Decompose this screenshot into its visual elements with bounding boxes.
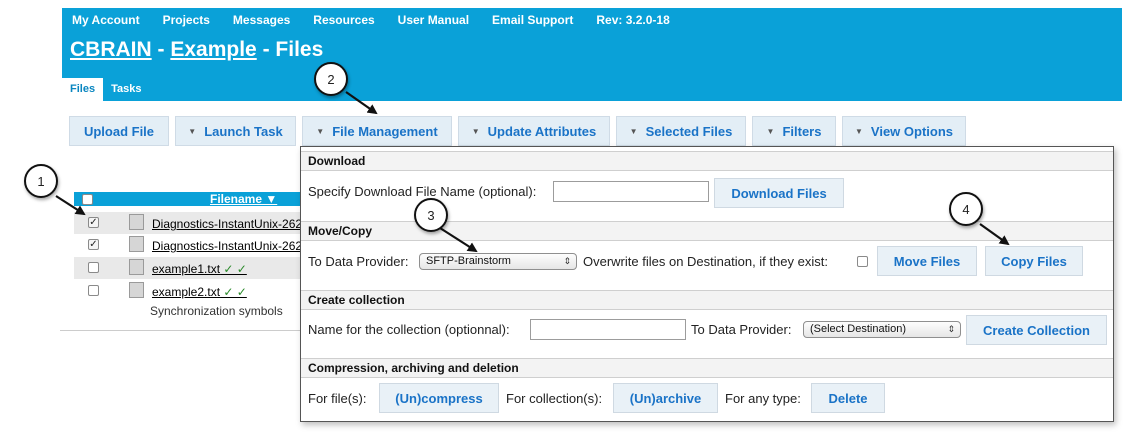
collection-name-input[interactable] [530,319,686,340]
files-label: For file(s): [308,391,367,406]
update-attributes-button[interactable]: ▼ Update Attributes [458,116,610,146]
title-separator: - [256,38,276,61]
file-management-button[interactable]: ▼ File Management [302,116,452,146]
row-checkbox[interactable] [88,262,99,273]
top-nav: My Account Projects Messages Resources U… [72,12,670,28]
dropdown-triangle-icon: ▼ [188,126,197,136]
file-name-link[interactable]: Diagnostics-InstantUnix-262 [152,217,302,231]
collection-provider-select[interactable]: (Select Destination) ⇕ [803,321,961,338]
filename-column-header[interactable]: Filename ▼ [210,192,277,206]
app-link[interactable]: CBRAIN [70,38,152,61]
compression-section-title: Compression, archiving and deletion [301,358,1113,378]
upload-file-button[interactable]: Upload File [69,116,169,146]
tab-tasks[interactable]: Tasks [103,78,149,101]
update-attributes-label: Update Attributes [487,123,597,139]
row-checkbox[interactable]: ✓ [88,217,99,228]
uncompress-button[interactable]: (Un)compress [379,383,499,413]
filters-label: Filters [782,123,822,139]
table-row: example1.txt ✓ ✓ [74,257,308,279]
select-arrows-icon: ⇕ [947,324,955,334]
sync-status-icon: ✓ ✓ [220,262,247,276]
launch-task-label: Launch Task [204,123,283,139]
table-row: ✓ Diagnostics-InstantUnix-262 [74,234,308,256]
file-icon [129,236,144,252]
dropdown-triangle-icon: ▼ [629,126,638,136]
select-all-checkbox[interactable] [82,194,93,205]
collection-provider-label: To Data Provider: [691,322,792,337]
download-section-title: Download [301,151,1113,171]
unarchive-button[interactable]: (Un)archive [613,383,718,413]
create-collection-section-title: Create collection [301,290,1113,310]
launch-task-button[interactable]: ▼ Launch Task [175,116,296,146]
toolbar: Upload File ▼ Launch Task ▼ File Managemen… [0,116,1130,146]
nav-user-manual[interactable]: User Manual [398,13,469,27]
file-icon [129,282,144,298]
sync-status-icon: ✓ ✓ [220,285,247,299]
file-management-menu: Download Specify Download File Name (opt… [300,146,1114,422]
nav-messages[interactable]: Messages [233,13,290,27]
collection-provider-value: (Select Destination) [810,323,906,335]
overwrite-checkbox[interactable] [857,256,868,267]
dropdown-triangle-icon: ▼ [316,126,325,136]
nav-resources[interactable]: Resources [313,13,374,27]
callout-4: 4 [949,192,983,226]
project-link[interactable]: Example [170,38,256,61]
collection-name-label: Name for the collection (optionnal): [308,322,510,337]
move-provider-label: To Data Provider: [308,254,409,269]
file-name-link[interactable]: example1.txt ✓ ✓ [152,262,247,276]
dropdown-triangle-icon: ▼ [766,126,775,136]
callout-3: 3 [414,198,448,232]
delete-button[interactable]: Delete [811,383,885,413]
row-checkbox[interactable]: ✓ [88,239,99,250]
title-separator: - [151,38,171,61]
nav-email-support[interactable]: Email Support [492,13,573,27]
file-icon [129,259,144,275]
file-name-text: example1.txt [152,262,221,276]
file-icon [129,214,144,230]
download-files-button[interactable]: Download Files [714,178,844,208]
select-arrows-icon: ⇕ [563,256,571,266]
move-provider-select[interactable]: SFTP-Brainstorm ⇕ [419,253,577,270]
filters-button[interactable]: ▼ Filters [752,116,836,146]
version-label: Rev: 3.2.0-18 [596,13,670,27]
section-name: Files [275,38,324,61]
callout-2: 2 [314,62,348,96]
overwrite-label: Overwrite files on Destination, if they … [583,254,828,269]
any-type-label: For any type: [725,391,801,406]
move-files-button[interactable]: Move Files [877,246,977,276]
divider [60,330,300,331]
file-name-link[interactable]: example2.txt ✓ ✓ [152,285,247,299]
row-checkbox[interactable] [88,285,99,296]
nav-projects[interactable]: Projects [163,13,210,27]
download-filename-label: Specify Download File Name (optional): [308,184,537,199]
download-filename-input[interactable] [553,181,709,202]
header-bar: My Account Projects Messages Resources U… [62,8,1122,101]
view-options-button[interactable]: ▼ View Options [842,116,966,146]
view-options-label: View Options [870,123,954,139]
file-name-text: example2.txt [152,285,221,299]
callout-1: 1 [24,164,58,198]
file-name-link[interactable]: Diagnostics-InstantUnix-262 [152,239,302,253]
dropdown-triangle-icon: ▼ [471,126,480,136]
tab-files[interactable]: Files [62,78,104,101]
collections-label: For collection(s): [506,391,603,406]
create-collection-button[interactable]: Create Collection [966,315,1107,345]
tab-bar: Files Tasks [62,78,149,101]
upload-file-label: Upload File [83,123,155,139]
selected-files-label: Selected Files [645,123,733,139]
file-management-label: File Management [332,123,438,139]
nav-my-account[interactable]: My Account [72,13,140,27]
sync-symbols-note: Synchronization symbols [150,304,283,318]
selected-files-button[interactable]: ▼ Selected Files [616,116,746,146]
dropdown-triangle-icon: ▼ [854,126,863,136]
table-row: example2.txt ✓ ✓ [74,280,308,302]
table-row: ✓ Diagnostics-InstantUnix-262 [74,212,308,234]
page-title: CBRAIN - Example - Files [70,38,323,62]
move-provider-value: SFTP-Brainstorm [426,255,511,267]
copy-files-button[interactable]: Copy Files [985,246,1083,276]
